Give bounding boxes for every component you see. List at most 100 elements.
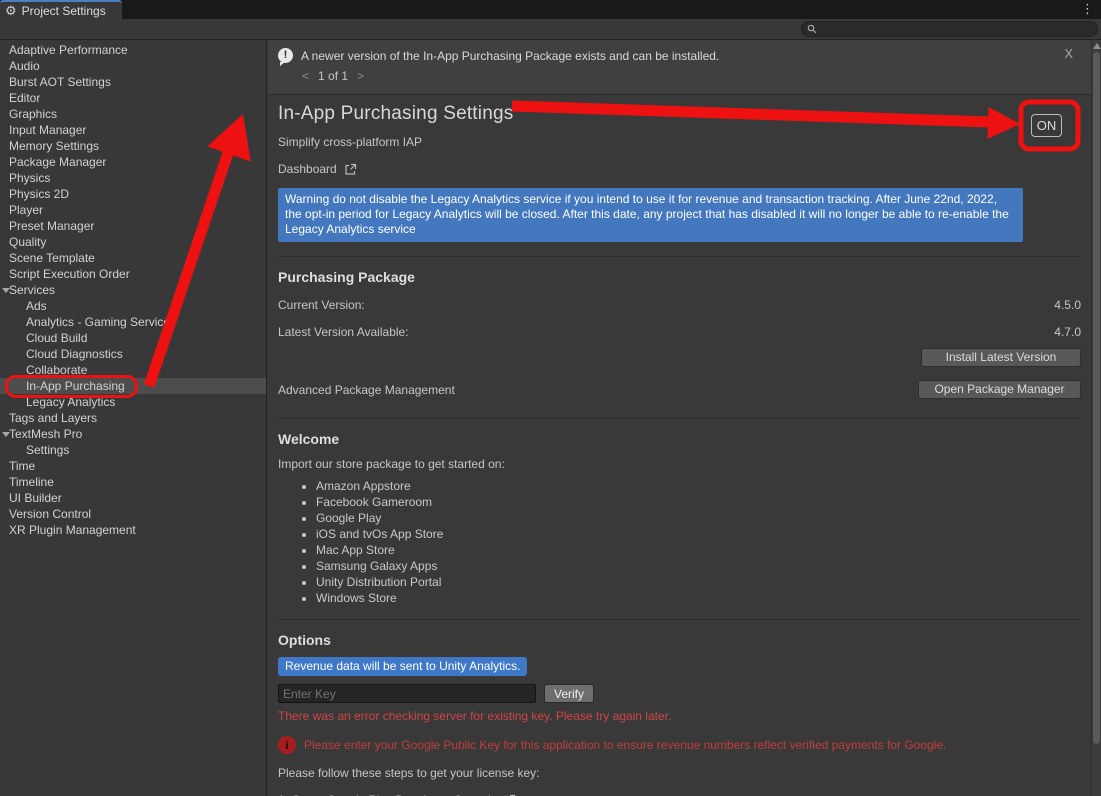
- search-input[interactable]: [821, 23, 1081, 35]
- divider: [278, 619, 1081, 620]
- sidebar-item-physics[interactable]: Physics: [0, 170, 266, 186]
- current-version-label: Current Version:: [278, 298, 365, 312]
- store-list-item: Facebook Gameroom: [316, 494, 1081, 510]
- options-title: Options: [278, 632, 1081, 648]
- open-package-manager-button[interactable]: Open Package Manager: [918, 380, 1081, 399]
- sidebar-item-burst-aot-settings[interactable]: Burst AOT Settings: [0, 74, 266, 90]
- store-list-item: Windows Store: [316, 590, 1081, 606]
- sidebar-item-ads[interactable]: Ads: [0, 298, 266, 314]
- sidebar-item-label: Physics: [9, 171, 50, 185]
- verify-button[interactable]: Verify: [544, 684, 594, 703]
- sidebar-item-legacy-analytics[interactable]: Legacy Analytics: [0, 394, 266, 410]
- sidebar-item-audio[interactable]: Audio: [0, 58, 266, 74]
- sidebar-item-cloud-build[interactable]: Cloud Build: [0, 330, 266, 346]
- sidebar-item-label: Tags and Layers: [9, 411, 97, 425]
- tab-project-settings[interactable]: ⚙ Project Settings: [0, 0, 122, 19]
- sidebar-item-player[interactable]: Player: [0, 202, 266, 218]
- settings-content: In-App Purchasing Settings Simplify cros…: [268, 103, 1091, 796]
- sidebar-item-label: Ads: [26, 299, 47, 313]
- sidebar-item-time[interactable]: Time: [0, 458, 266, 474]
- sidebar-item-xr-plugin-management[interactable]: XR Plugin Management: [0, 522, 266, 538]
- sidebar-item-label: TextMesh Pro: [9, 427, 82, 441]
- sidebar-item-label: Editor: [9, 91, 40, 105]
- sidebar-item-memory-settings[interactable]: Memory Settings: [0, 138, 266, 154]
- sidebar-item-label: XR Plugin Management: [9, 523, 136, 537]
- advanced-package-management-label: Advanced Package Management: [278, 383, 455, 397]
- sidebar-item-label: Cloud Diagnostics: [26, 347, 123, 361]
- sidebar-item-textmesh-pro[interactable]: TextMesh Pro: [0, 426, 266, 442]
- sidebar-item-services[interactable]: Services: [0, 282, 266, 298]
- sidebar-item-graphics[interactable]: Graphics: [0, 106, 266, 122]
- sidebar-item-analytics-gaming-services[interactable]: Analytics - Gaming Services: [0, 314, 266, 330]
- sidebar-item-label: Scene Template: [9, 251, 95, 265]
- latest-version-label: Latest Version Available:: [278, 325, 409, 339]
- sidebar-item-label: UI Builder: [9, 491, 62, 505]
- sidebar-item-script-execution-order[interactable]: Script Execution Order: [0, 266, 266, 282]
- pager-prev-icon[interactable]: <: [302, 69, 309, 83]
- pager-count: 1 of 1: [318, 69, 348, 83]
- sidebar-item-label: Input Manager: [9, 123, 86, 137]
- sidebar-item-label: Audio: [9, 59, 40, 73]
- steps-intro: Please follow these steps to get your li…: [278, 766, 1081, 780]
- sidebar-item-timeline[interactable]: Timeline: [0, 474, 266, 490]
- sidebar-item-collaborate[interactable]: Collaborate: [0, 362, 266, 378]
- sidebar-item-input-manager[interactable]: Input Manager: [0, 122, 266, 138]
- external-link-icon: [344, 163, 357, 176]
- sidebar-item-label: In-App Purchasing: [26, 379, 125, 393]
- sidebar-item-label: Collaborate: [26, 363, 87, 377]
- expander-triangle-icon[interactable]: [2, 432, 10, 437]
- google-key-warning: Please enter your Google Public Key for …: [304, 736, 946, 753]
- sidebar-item-adaptive-performance[interactable]: Adaptive Performance: [0, 42, 266, 58]
- sidebar-item-in-app-purchasing[interactable]: In-App Purchasing: [0, 378, 266, 394]
- sidebar-item-settings[interactable]: Settings: [0, 442, 266, 458]
- sidebar-item-label: Preset Manager: [9, 219, 94, 233]
- store-list: Amazon AppstoreFacebook GameroomGoogle P…: [316, 478, 1081, 606]
- tab-title: Project Settings: [22, 4, 106, 18]
- pager-next-icon[interactable]: >: [357, 69, 364, 83]
- scroll-up-arrow-icon[interactable]: [1093, 43, 1101, 49]
- update-banner: ! A newer version of the In-App Purchasi…: [268, 40, 1091, 95]
- store-list-item: Samsung Galaxy Apps: [316, 558, 1081, 574]
- error-info-icon: i: [278, 736, 296, 754]
- sidebar-item-quality[interactable]: Quality: [0, 234, 266, 250]
- kebab-menu-icon[interactable]: ⋮: [1077, 1, 1098, 17]
- store-list-item: iOS and tvOs App Store: [316, 526, 1081, 542]
- sidebar-item-cloud-diagnostics[interactable]: Cloud Diagnostics: [0, 346, 266, 362]
- sidebar-item-package-manager[interactable]: Package Manager: [0, 154, 266, 170]
- iap-toggle-on-button[interactable]: ON: [1031, 114, 1062, 137]
- current-version-value: 4.5.0: [1054, 298, 1081, 312]
- banner-close-icon[interactable]: X: [1060, 44, 1077, 63]
- search-box[interactable]: [801, 21, 1098, 37]
- dashboard-link[interactable]: Dashboard: [278, 162, 388, 176]
- sidebar-item-label: Player: [9, 203, 43, 217]
- sidebar-item-editor[interactable]: Editor: [0, 90, 266, 106]
- install-latest-version-button[interactable]: Install Latest Version: [921, 348, 1081, 367]
- sidebar-item-physics-2d[interactable]: Physics 2D: [0, 186, 266, 202]
- scrollbar-thumb[interactable]: [1093, 52, 1100, 744]
- expander-triangle-icon[interactable]: [2, 288, 10, 293]
- sidebar-item-label: Script Execution Order: [9, 267, 130, 281]
- sidebar-item-label: Memory Settings: [9, 139, 99, 153]
- sidebar-item-preset-manager[interactable]: Preset Manager: [0, 218, 266, 234]
- alert-bubble-icon: !: [278, 48, 293, 63]
- sidebar-item-label: Package Manager: [9, 155, 106, 169]
- sidebar-item-tags-and-layers[interactable]: Tags and Layers: [0, 410, 266, 426]
- banner-pager: < 1 of 1 >: [302, 69, 1081, 83]
- sidebar-item-label: Legacy Analytics: [26, 395, 115, 409]
- sidebar-item-label: Burst AOT Settings: [9, 75, 111, 89]
- sidebar-item-ui-builder[interactable]: UI Builder: [0, 490, 266, 506]
- store-list-item: Google Play: [316, 510, 1081, 526]
- license-key-input[interactable]: [278, 684, 536, 703]
- banner-message: A newer version of the In-App Purchasing…: [301, 49, 719, 63]
- tab-strip: ⚙ Project Settings ⋮: [0, 0, 1101, 19]
- search-icon: [807, 24, 817, 34]
- page-title: In-App Purchasing Settings: [278, 103, 1081, 125]
- sidebar-item-label: Quality: [9, 235, 46, 249]
- sidebar-item-version-control[interactable]: Version Control: [0, 506, 266, 522]
- gear-icon: ⚙: [5, 4, 17, 17]
- vertical-scrollbar[interactable]: [1091, 40, 1101, 796]
- divider: [278, 256, 1081, 257]
- sidebar-item-scene-template[interactable]: Scene Template: [0, 250, 266, 266]
- server-error-text: There was an error checking server for e…: [278, 709, 1081, 723]
- toolbar: [0, 19, 1101, 40]
